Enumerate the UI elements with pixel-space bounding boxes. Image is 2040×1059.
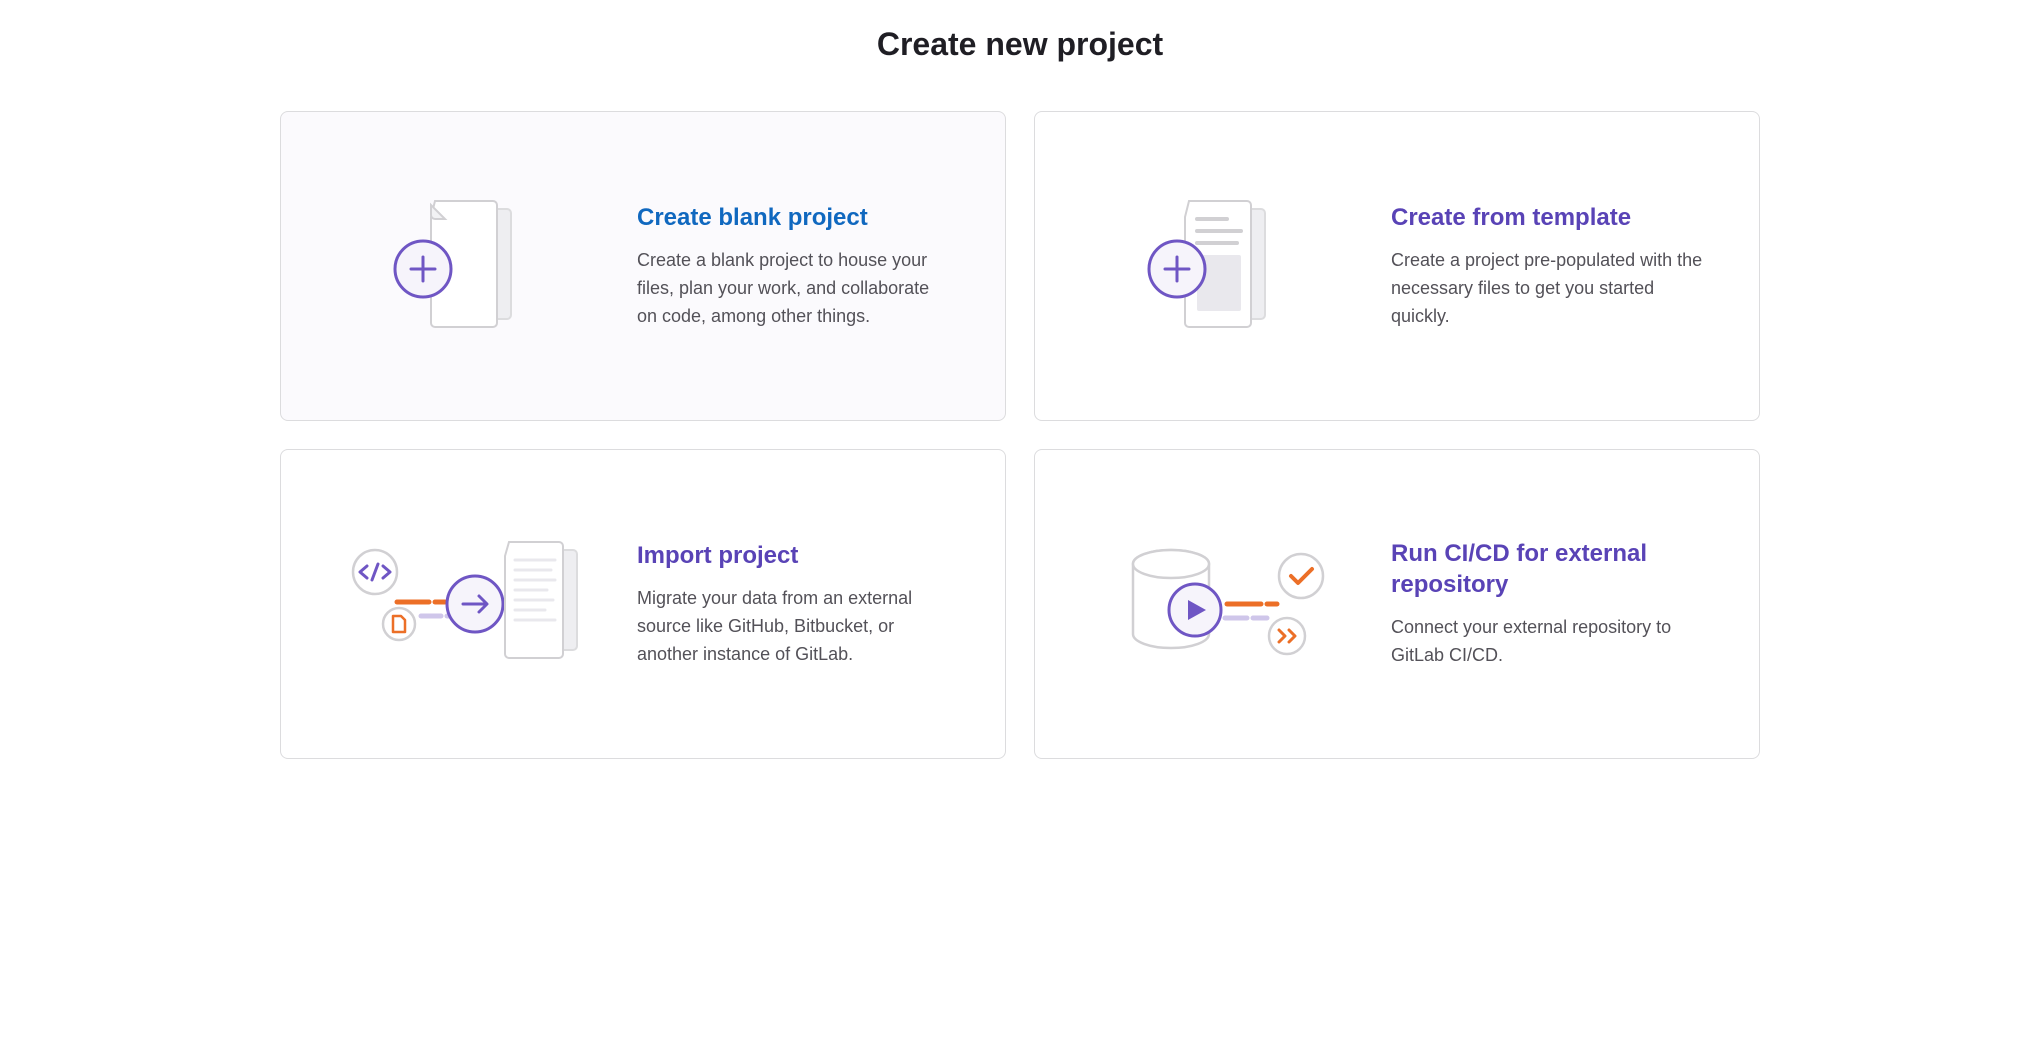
- project-type-grid: Create blank project Create a blank proj…: [280, 111, 1760, 759]
- card-import-project[interactable]: Import project Migrate your data from an…: [280, 449, 1006, 759]
- blank-project-icon: [337, 186, 597, 346]
- card-description: Connect your external repository to GitL…: [1391, 614, 1703, 670]
- import-icon: [337, 524, 597, 684]
- card-title: Run CI/CD for external repository: [1391, 538, 1703, 600]
- card-create-from-template[interactable]: Create from template Create a project pr…: [1034, 111, 1760, 421]
- page-title: Create new project: [20, 26, 2020, 63]
- card-description: Migrate your data from an external sourc…: [637, 585, 949, 669]
- card-create-blank-project[interactable]: Create blank project Create a blank proj…: [280, 111, 1006, 421]
- card-description: Create a blank project to house your fil…: [637, 247, 949, 331]
- card-run-cicd-external[interactable]: Run CI/CD for external repository Connec…: [1034, 449, 1760, 759]
- card-title: Import project: [637, 540, 949, 571]
- card-title: Create from template: [1391, 202, 1703, 233]
- cicd-icon: [1091, 524, 1351, 684]
- template-icon: [1091, 186, 1351, 346]
- card-description: Create a project pre-populated with the …: [1391, 247, 1703, 331]
- card-title: Create blank project: [637, 202, 949, 233]
